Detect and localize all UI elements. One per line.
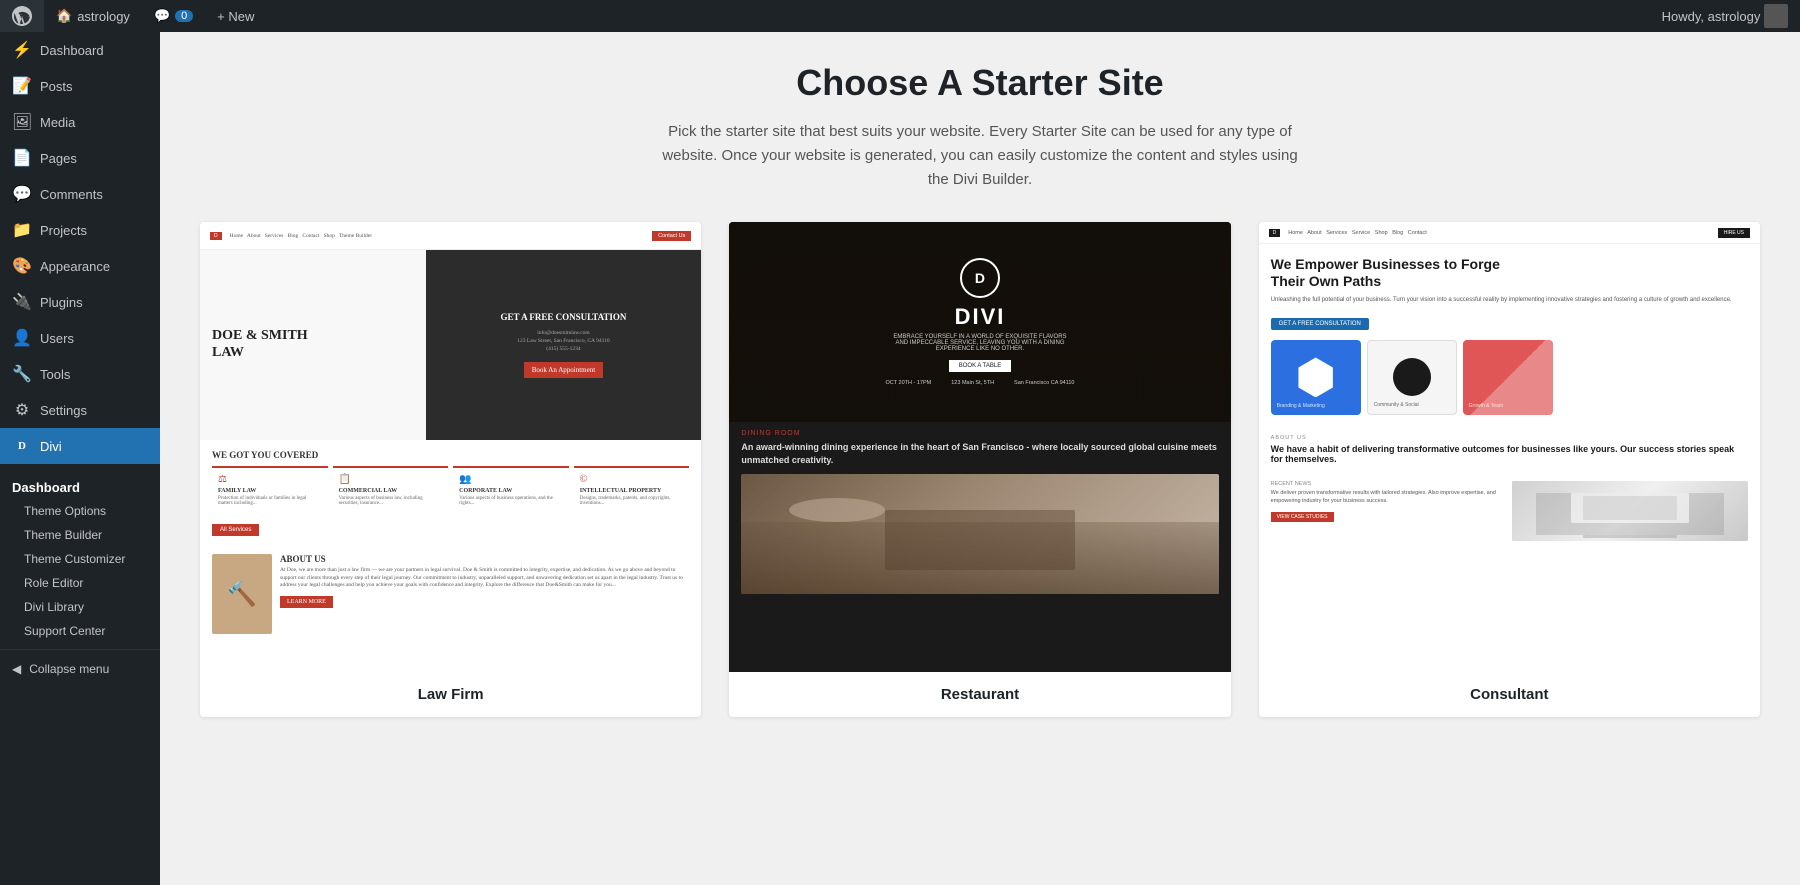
appearance-icon: 🎨 <box>12 256 32 276</box>
page-title: Choose A Starter Site <box>200 62 1760 104</box>
rest-hero: D DIVI EMBRACE YOURSELF IN A WORLD OF EX… <box>729 222 1230 422</box>
consultant-preview: D Home About Services Service Shop Blog … <box>1259 222 1760 672</box>
user-avatar <box>1764 4 1788 28</box>
site-card-restaurant[interactable]: D DIVI EMBRACE YOURSELF IN A WORLD OF EX… <box>729 222 1230 717</box>
sidebar-label-appearance: Appearance <box>40 259 110 274</box>
new-label: + New <box>217 9 254 24</box>
sidebar-label-posts: Posts <box>40 79 73 94</box>
lf-hero: DOE & SMITHLAW GET A FREE CONSULTATION i… <box>200 250 701 440</box>
submenu-role-editor[interactable]: Role Editor <box>0 571 160 595</box>
sidebar-item-divi[interactable]: D Divi <box>0 428 160 464</box>
new-content-link[interactable]: + New <box>205 0 266 32</box>
submenu-theme-options[interactable]: Theme Options <box>0 499 160 523</box>
lf-nav: D Home About Services Blog Contact Shop … <box>200 222 701 250</box>
sidebar-label-settings: Settings <box>40 403 87 418</box>
comments-icon: 💬 <box>154 8 170 24</box>
restaurant-label: Restaurant <box>729 672 1230 717</box>
sidebar-item-users[interactable]: 👤 Users <box>0 320 160 356</box>
users-icon: 👤 <box>12 328 32 348</box>
wp-logo-icon <box>12 6 32 26</box>
submenu-support-center[interactable]: Support Center <box>0 619 160 643</box>
collapse-icon: ◀ <box>12 662 21 676</box>
sidebar-label-media: Media <box>40 115 75 130</box>
sidebar-item-plugins[interactable]: 🔌 Plugins <box>0 284 160 320</box>
law-firm-preview: D Home About Services Blog Contact Shop … <box>200 222 701 672</box>
cons-nav: D Home About Services Service Shop Blog … <box>1259 222 1760 244</box>
law-firm-mockup: D Home About Services Blog Contact Shop … <box>200 222 701 672</box>
admin-bar: 🏠 astrology 💬 0 + New Howdy, astrology <box>0 0 1800 32</box>
sidebar-item-tools[interactable]: 🔧 Tools <box>0 356 160 392</box>
comments-link[interactable]: 💬 0 <box>142 0 205 32</box>
restaurant-preview: D DIVI EMBRACE YOURSELF IN A WORLD OF EX… <box>729 222 1230 672</box>
consultant-label: Consultant <box>1259 672 1760 717</box>
collapse-menu-button[interactable]: ◀ Collapse menu <box>0 649 160 688</box>
sidebar-item-media[interactable]: 🖼 Media <box>0 104 160 140</box>
home-icon: 🏠 <box>56 8 72 24</box>
collapse-label: Collapse menu <box>29 662 109 676</box>
page-description: Pick the starter site that best suits yo… <box>655 120 1305 192</box>
projects-icon: 📁 <box>12 220 32 240</box>
settings-icon: ⚙ <box>12 400 32 420</box>
main-content: Choose A Starter Site Pick the starter s… <box>160 32 1800 885</box>
site-card-consultant[interactable]: D Home About Services Service Shop Blog … <box>1259 222 1760 717</box>
divi-submenu-title: Dashboard <box>0 470 160 499</box>
sidebar-label-tools: Tools <box>40 367 70 382</box>
sidebar-item-settings[interactable]: ⚙ Settings <box>0 392 160 428</box>
sidebar-label-divi: Divi <box>40 439 62 454</box>
comments-icon: 💬 <box>12 184 32 204</box>
media-icon: 🖼 <box>12 112 32 132</box>
submenu-divi-library[interactable]: Divi Library <box>0 595 160 619</box>
sidebar-menu: ⚡ Dashboard 📝 Posts 🖼 Media 📄 Pages � <box>0 32 160 464</box>
site-card-law-firm[interactable]: D Home About Services Blog Contact Shop … <box>200 222 701 717</box>
sidebar-label-projects: Projects <box>40 223 87 238</box>
howdy-text: Howdy, astrology <box>1662 9 1761 24</box>
sidebar-label-dashboard: Dashboard <box>40 43 104 58</box>
consultant-mockup: D Home About Services Service Shop Blog … <box>1259 222 1760 672</box>
sidebar-item-dashboard[interactable]: ⚡ Dashboard <box>0 32 160 68</box>
plugins-icon: 🔌 <box>12 292 32 312</box>
starter-sites-grid: D Home About Services Blog Contact Shop … <box>200 222 1760 717</box>
sidebar-item-appearance[interactable]: 🎨 Appearance <box>0 248 160 284</box>
divi-submenu: Dashboard Theme Options Theme Builder Th… <box>0 464 160 649</box>
restaurant-mockup: D DIVI EMBRACE YOURSELF IN A WORLD OF EX… <box>729 222 1230 672</box>
comments-count: 0 <box>175 10 193 22</box>
sidebar-label-comments: Comments <box>40 187 103 202</box>
tools-icon: 🔧 <box>12 364 32 384</box>
pages-icon: 📄 <box>12 148 32 168</box>
sidebar-item-posts[interactable]: 📝 Posts <box>0 68 160 104</box>
wp-logo-link[interactable] <box>0 0 44 32</box>
sidebar: ⚡ Dashboard 📝 Posts 🖼 Media 📄 Pages � <box>0 32 160 885</box>
sidebar-label-pages: Pages <box>40 151 77 166</box>
site-name-link[interactable]: 🏠 astrology <box>44 0 142 32</box>
sidebar-item-pages[interactable]: 📄 Pages <box>0 140 160 176</box>
sidebar-label-users: Users <box>40 331 74 346</box>
sidebar-item-projects[interactable]: 📁 Projects <box>0 212 160 248</box>
law-firm-label: Law Firm <box>200 672 701 717</box>
posts-icon: 📝 <box>12 76 32 96</box>
submenu-theme-customizer[interactable]: Theme Customizer <box>0 547 160 571</box>
page-header: Choose A Starter Site Pick the starter s… <box>200 62 1760 192</box>
divi-icon: D <box>12 436 32 456</box>
submenu-theme-builder[interactable]: Theme Builder <box>0 523 160 547</box>
howdy-section[interactable]: Howdy, astrology <box>1662 4 1800 28</box>
sidebar-label-plugins: Plugins <box>40 295 83 310</box>
dashboard-icon: ⚡ <box>12 40 32 60</box>
sidebar-item-comments[interactable]: 💬 Comments <box>0 176 160 212</box>
site-name: astrology <box>77 9 130 24</box>
